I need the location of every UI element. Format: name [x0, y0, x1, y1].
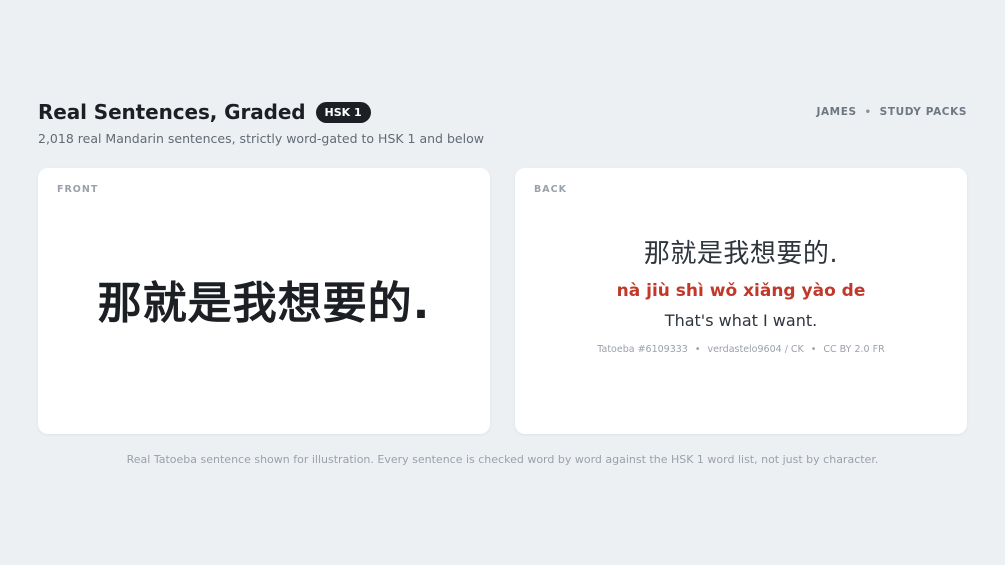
front-card[interactable]: FRONT 那就是我想要的. [38, 168, 490, 434]
nav-study-packs-link[interactable]: STUDY PACKS [880, 106, 967, 118]
footer-note: Real Tatoeba sentence shown for illustra… [126, 453, 879, 466]
page-title: Real Sentences, Graded [38, 100, 306, 124]
nav-separator: • [864, 106, 872, 118]
attribution-separator: • [810, 344, 817, 355]
attribution-separator: • [694, 344, 701, 355]
english-translation: That's what I want. [664, 311, 818, 330]
attribution-license: CC BY 2.0 FR [823, 344, 885, 355]
sentence-attribution: Tatoeba #6109333 • verdastelo9604 / CK •… [515, 344, 967, 355]
level-badge: HSK 1 [315, 101, 371, 123]
top-nav: JAMES • STUDY PACKS [816, 106, 967, 118]
back-card-label: BACK [534, 184, 567, 195]
nav-user-link[interactable]: JAMES [816, 106, 856, 118]
page-subtitle: 2,018 real Mandarin sentences, strictly … [38, 131, 484, 146]
back-hanzi-sentence: 那就是我想要的. [643, 239, 839, 269]
page-header: Real Sentences, Graded HSK 1 2,018 real … [38, 100, 967, 150]
front-card-label: FRONT [57, 184, 99, 195]
pinyin-text: nà jiù shì wǒ xiǎng yào de [616, 281, 866, 301]
back-card-content: 那就是我想要的. nà jiù shì wǒ xiǎng yào de That… [515, 236, 967, 355]
back-card[interactable]: BACK 那就是我想要的. nà jiù shì wǒ xiǎng yào de… [515, 168, 967, 434]
front-hanzi-sentence: 那就是我想要的. [97, 278, 431, 329]
attribution-author: verdastelo9604 / CK [707, 344, 804, 355]
attribution-source: Tatoeba #6109333 [597, 344, 688, 355]
